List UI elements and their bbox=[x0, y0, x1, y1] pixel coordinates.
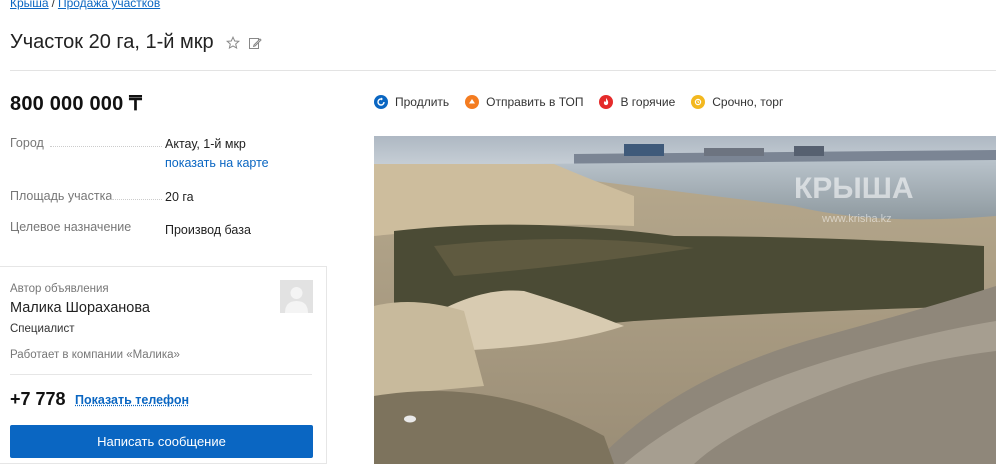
breadcrumb-separator: / bbox=[51, 0, 55, 10]
action-urgent-label: Срочно, торг bbox=[712, 95, 784, 109]
action-hot-label: В горячие bbox=[620, 95, 676, 109]
param-city-key: Город bbox=[10, 136, 44, 150]
author-role: Специалист bbox=[10, 323, 75, 335]
photo-watermark-url: www.krisha.kz bbox=[821, 213, 892, 225]
author-company: Работает в компании «Малика» bbox=[10, 349, 180, 361]
edit-note-icon[interactable] bbox=[248, 36, 262, 50]
action-top[interactable]: Отправить в ТОП bbox=[465, 95, 583, 109]
author-label: Автор объявления bbox=[10, 283, 109, 295]
show-on-map-link[interactable]: показать на карте bbox=[165, 156, 269, 170]
show-phone-link[interactable]: Показать телефон bbox=[75, 393, 189, 407]
param-dots bbox=[50, 146, 162, 147]
param-purpose-value: Производ база bbox=[165, 223, 251, 237]
param-area-key: Площадь участка bbox=[10, 189, 113, 203]
listing-photo[interactable]: КРЫША www.krisha.kz bbox=[374, 136, 996, 464]
breadcrumb-home-link[interactable]: Крыша bbox=[10, 0, 49, 10]
action-hot[interactable]: В горячие bbox=[599, 95, 675, 109]
breadcrumb-section-link[interactable]: Продажа участков bbox=[58, 0, 160, 10]
action-renew-label: Продлить bbox=[395, 95, 450, 109]
param-purpose-key: Целевое назначение bbox=[10, 220, 132, 234]
breadcrumb: Крыша / Продажа участков bbox=[10, 0, 160, 10]
page-title: Участок 20 га, 1-й мкр bbox=[10, 31, 214, 53]
title-row: Участок 20 га, 1-й мкр bbox=[10, 31, 262, 54]
author-card: Автор объявления Малика Шораханова Специ… bbox=[0, 266, 327, 464]
fire-icon bbox=[599, 95, 614, 109]
refresh-icon bbox=[374, 95, 388, 109]
author-name[interactable]: Малика Шораханова bbox=[10, 300, 150, 316]
photo-watermark: КРЫША bbox=[794, 172, 914, 205]
action-renew[interactable]: Продлить bbox=[374, 95, 449, 109]
param-city-value: Актау, 1-й мкр bbox=[165, 137, 246, 151]
avatar bbox=[280, 280, 313, 313]
price: 800 000 000 ₸ bbox=[10, 93, 143, 115]
write-message-button[interactable]: Написать сообщение bbox=[10, 425, 313, 458]
phone-number: +7 778 bbox=[10, 389, 66, 409]
param-dots bbox=[110, 199, 162, 200]
title-actions bbox=[225, 35, 262, 50]
param-area-value: 20 га bbox=[165, 190, 194, 204]
header-divider bbox=[10, 70, 996, 71]
promo-actions: Продлить Отправить в ТОП В горячие Срочн… bbox=[374, 95, 799, 109]
clock-icon bbox=[691, 95, 706, 109]
card-divider bbox=[10, 374, 312, 375]
arrow-up-icon bbox=[465, 95, 480, 109]
star-icon[interactable] bbox=[225, 35, 240, 50]
action-urgent[interactable]: Срочно, торг bbox=[691, 95, 783, 109]
action-top-label: Отправить в ТОП bbox=[486, 95, 584, 109]
